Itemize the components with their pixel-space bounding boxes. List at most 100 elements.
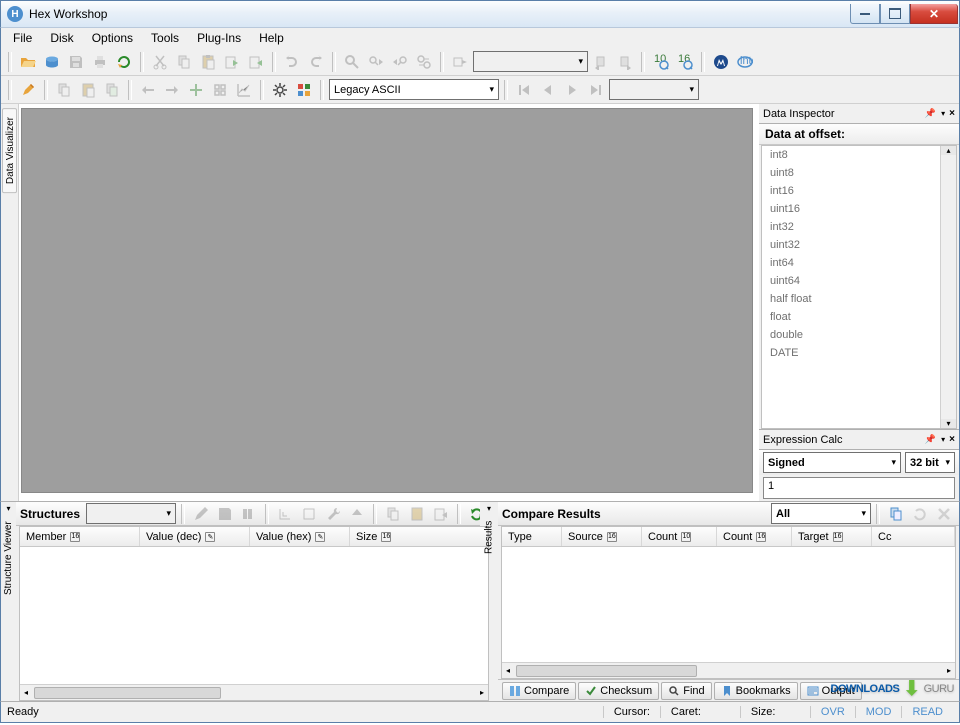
bits-combo[interactable]: 32 bit (905, 452, 955, 473)
status-read[interactable]: READ (901, 706, 953, 718)
encoding-combo[interactable]: Legacy ASCII (329, 79, 499, 100)
col-count-hex[interactable]: Count16 (717, 527, 792, 546)
type-uint32[interactable]: uint32 (762, 236, 956, 254)
find-button (341, 51, 363, 73)
hex-editor-canvas[interactable] (21, 108, 753, 493)
type-int16[interactable]: int16 (762, 182, 956, 200)
sign-combo[interactable]: Signed (763, 452, 901, 473)
structure-viewer-tab[interactable]: Structure Viewer (1, 515, 16, 701)
save-button (65, 51, 87, 73)
tab-find[interactable]: Find (661, 682, 711, 700)
toolbar-grip[interactable] (440, 52, 444, 72)
app-icon: H (7, 6, 23, 22)
col-count-dec[interactable]: Count10 (642, 527, 717, 546)
intel-button[interactable]: intel (734, 51, 756, 73)
settings-button[interactable] (269, 79, 291, 101)
toolbar-grip[interactable] (272, 52, 276, 72)
goto-offset-combo (473, 51, 588, 72)
col-size[interactable]: Size16 (350, 527, 488, 546)
copy-block-button (53, 79, 75, 101)
struct-combo (86, 503, 176, 524)
close-button[interactable] (910, 4, 958, 24)
pin-icon[interactable]: 📌 (925, 434, 936, 445)
close-panel-icon[interactable]: × (949, 434, 955, 445)
toolbar-grip[interactable] (641, 52, 645, 72)
tab-bookmarks[interactable]: Bookmarks (714, 682, 798, 700)
type-halffloat[interactable]: half float (762, 290, 956, 308)
col-source[interactable]: Source16 (562, 527, 642, 546)
type-int64[interactable]: int64 (762, 254, 956, 272)
maximize-button[interactable] (880, 4, 910, 24)
type-int32[interactable]: int32 (762, 218, 956, 236)
col-value-hex[interactable]: Value (hex)✎ (250, 527, 350, 546)
toolbar-grip[interactable] (8, 52, 12, 72)
refresh-button[interactable] (113, 51, 135, 73)
dropdown-icon[interactable]: ▾ (941, 435, 945, 444)
open-disk-button[interactable] (41, 51, 63, 73)
type-double[interactable]: double (762, 326, 956, 344)
hex-badge-icon: 16 (70, 532, 80, 542)
toolbar-grip[interactable] (332, 52, 336, 72)
type-date[interactable]: DATE (762, 344, 956, 362)
col-type[interactable]: Type (502, 527, 562, 546)
structures-panel: ▾ Structure Viewer Structures (1, 502, 480, 701)
compare-panel: ▾ Results Compare Results All Type Sourc… (480, 502, 959, 701)
toolbar-grip[interactable] (320, 80, 324, 100)
status-ovr[interactable]: OVR (810, 706, 855, 718)
scrollbar[interactable] (940, 146, 956, 428)
toolbar-grip[interactable] (504, 80, 508, 100)
toolbar-grip[interactable] (140, 52, 144, 72)
edit-badge-icon: ✎ (315, 532, 325, 542)
dropdown-icon[interactable]: ▾ (480, 502, 498, 515)
type-float[interactable]: float (762, 308, 956, 326)
toolbar-grip[interactable] (701, 52, 705, 72)
type-int8[interactable]: int8 (762, 146, 956, 164)
tab-output[interactable]: Output (800, 682, 862, 700)
col-target[interactable]: Target16 (792, 527, 872, 546)
toolbar-grip[interactable] (260, 80, 264, 100)
menu-plugins[interactable]: Plug-Ins (189, 29, 249, 47)
hex-mode-button[interactable]: 16 (674, 51, 696, 73)
highlight-button[interactable] (17, 79, 39, 101)
dropdown-icon[interactable]: ▾ (1, 502, 16, 515)
dropdown-icon[interactable]: ▾ (941, 109, 945, 118)
collapse-icon (274, 503, 296, 525)
open-button[interactable] (17, 51, 39, 73)
results-tabs: Compare Checksum Find Bookmarks Output (498, 679, 959, 701)
h-scrollbar[interactable] (20, 684, 488, 700)
toolbar-grip[interactable] (8, 80, 12, 100)
col-member[interactable]: Member16 (20, 527, 140, 546)
minimize-button[interactable] (850, 4, 880, 24)
type-uint8[interactable]: uint8 (762, 164, 956, 182)
menu-options[interactable]: Options (84, 29, 141, 47)
type-uint64[interactable]: uint64 (762, 272, 956, 290)
menu-file[interactable]: File (5, 29, 40, 47)
tab-compare[interactable]: Compare (502, 682, 576, 700)
close-panel-icon[interactable]: × (949, 108, 955, 119)
color-settings-button[interactable] (293, 79, 315, 101)
motorola-button[interactable] (710, 51, 732, 73)
sign-label: Signed (768, 457, 805, 469)
copy-results-button[interactable] (885, 503, 907, 525)
status-mod[interactable]: MOD (855, 706, 902, 718)
filter-combo[interactable]: All (771, 503, 871, 524)
window-controls (850, 4, 958, 24)
op-block-button (209, 79, 231, 101)
col-value-dec[interactable]: Value (dec)✎ (140, 527, 250, 546)
menu-tools[interactable]: Tools (143, 29, 187, 47)
results-tab[interactable]: Results (480, 515, 498, 701)
toolbar-grip[interactable] (44, 80, 48, 100)
nav-last-button (585, 79, 607, 101)
col-cc[interactable]: Cc (872, 527, 955, 546)
toolbar-grip[interactable] (128, 80, 132, 100)
dec-mode-button[interactable]: 10 (650, 51, 672, 73)
expression-input[interactable]: 1 (763, 477, 955, 499)
menu-disk[interactable]: Disk (42, 29, 81, 47)
h-scrollbar[interactable] (502, 662, 955, 678)
type-uint16[interactable]: uint16 (762, 200, 956, 218)
tab-checksum[interactable]: Checksum (578, 682, 659, 700)
pin-icon[interactable]: 📌 (925, 108, 936, 119)
copy-icon (382, 503, 404, 525)
tab-data-visualizer[interactable]: Data Visualizer (2, 108, 17, 193)
menu-help[interactable]: Help (251, 29, 292, 47)
